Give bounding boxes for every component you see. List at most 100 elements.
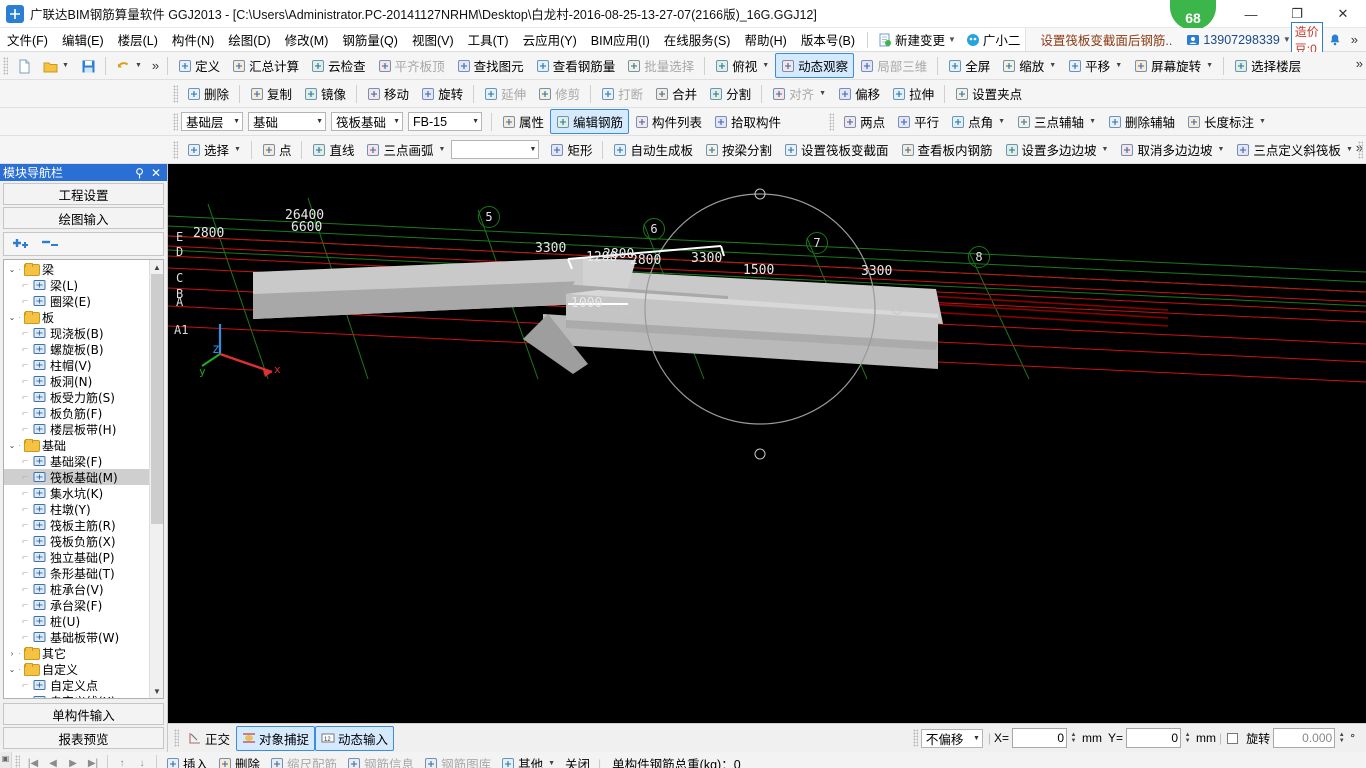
x-input[interactable]: 0	[1012, 728, 1068, 748]
expand-all-icon[interactable]	[11, 236, 33, 253]
sigma-button[interactable]: 汇总计算	[226, 53, 305, 78]
panel-collapse-icon[interactable]: ▣	[2, 754, 10, 763]
chevron-right-icon[interactable]: ›	[6, 649, 18, 658]
chevron-down-icon[interactable]: ▼	[439, 146, 446, 153]
offset-mode-chevron-down-icon[interactable]: ▼	[968, 735, 980, 742]
bell-icon[interactable]	[1328, 33, 1342, 47]
last-record-button[interactable]: ▶|	[83, 754, 103, 768]
line-button[interactable]: 直线	[306, 137, 360, 162]
tree-item[interactable]: ⌐ 桩(U)	[4, 613, 149, 629]
open-file-button[interactable]: ▼	[37, 56, 75, 76]
two-point-axis-button[interactable]: 两点	[837, 109, 891, 134]
move-down-button[interactable]: ↓	[132, 754, 152, 768]
rebar-panel-left-strip[interactable]: ▣	[0, 752, 12, 768]
new-change-button[interactable]: 新建变更 ▼	[873, 29, 961, 50]
delete-aux-axis-button[interactable]: 删除辅轴	[1102, 109, 1181, 134]
offset-grip[interactable]	[912, 729, 918, 747]
tree-item[interactable]: ⌐ 板洞(N)	[4, 373, 149, 389]
menu-item-8[interactable]: 工具(T)	[461, 28, 516, 51]
toolbar4-end-grip[interactable]	[1358, 140, 1363, 159]
tree-item[interactable]: ⌐ 柱帽(V)	[4, 357, 149, 373]
pick-component-button[interactable]: 拾取构件	[708, 109, 787, 134]
score-badge[interactable]: 68	[1170, 0, 1216, 30]
tree-item[interactable]: ⌐ 条形基础(T)	[4, 565, 149, 581]
view-slab-rebar-button[interactable]: 查看板内钢筋	[895, 137, 999, 162]
ortho-toggle[interactable]: 正交	[182, 726, 236, 751]
select-floor-button[interactable]: 选择楼层	[1228, 53, 1307, 78]
three-point-arc-button[interactable]: 三点画弧 ▼	[360, 137, 451, 162]
undo-button[interactable]: ▼	[110, 56, 148, 76]
cloud-check-button[interactable]: 云检查	[305, 53, 372, 78]
axis-bubble[interactable]: 7	[806, 232, 828, 254]
menu-item-0[interactable]: 文件(F)	[0, 28, 55, 51]
tree-item[interactable]: ⌐ 现浇板(B)	[4, 325, 149, 341]
tree-scroll-up-button[interactable]: ▲	[150, 260, 163, 274]
zoom-button[interactable]: 缩放 ▼	[996, 53, 1062, 78]
chevron-down-icon[interactable]: ▼	[1089, 118, 1096, 125]
close-icon[interactable]: ✕	[148, 166, 164, 180]
chevron-down-icon[interactable]: ▼	[234, 146, 241, 153]
tree-item[interactable]: ⌐ 筏板主筋(R)	[4, 517, 149, 533]
tree-item[interactable]: ⌐ 楼层板带(H)	[4, 421, 149, 437]
tree-item[interactable]: ⌐ 柱墩(Y)	[4, 501, 149, 517]
three-point-slope-raft-button[interactable]: 三点定义斜筏板 ▼	[1230, 137, 1358, 162]
menu-overflow-button[interactable]: »	[1347, 32, 1362, 47]
component-select-chevron-down-icon[interactable]: ▼	[467, 118, 479, 125]
chevron-down-icon[interactable]: ▼	[1259, 118, 1266, 125]
tree-folder[interactable]: › · 其它	[4, 645, 149, 661]
report-preview-button[interactable]: 报表预览	[3, 727, 164, 749]
chevron-down-icon[interactable]: ▼	[998, 118, 1005, 125]
tree-item[interactable]: ⌐ 筏板负筋(X)	[4, 533, 149, 549]
menu-item-4[interactable]: 绘图(D)	[221, 28, 277, 51]
chevron-down-icon[interactable]: ⌄	[6, 441, 18, 450]
drawing-input-button[interactable]: 绘图输入	[3, 207, 164, 229]
tree-scrollbar[interactable]: ▲ ▼	[149, 260, 163, 698]
chevron-down-icon[interactable]: ▼	[548, 760, 555, 767]
component-list-button[interactable]: 构件列表	[629, 109, 708, 134]
tree-item[interactable]: ⌐ 梁(L)	[4, 277, 149, 293]
split-button[interactable]: 分割	[703, 81, 757, 106]
axis-bubble[interactable]: 8	[968, 246, 990, 268]
menu-item-3[interactable]: 构件(N)	[165, 28, 221, 51]
single-component-input-button[interactable]: 单构件输入	[3, 703, 164, 725]
undo-chevron-down-icon[interactable]: ▼	[135, 62, 142, 69]
chevron-down-icon[interactable]: ⌄	[6, 665, 18, 674]
account-chevron-down-icon[interactable]: ▼	[1283, 35, 1291, 44]
tree-item[interactable]: ⌐ 板受力筋(S)	[4, 389, 149, 405]
tree-folder[interactable]: ⌄ · 梁	[4, 261, 149, 277]
tree-item[interactable]: ⌐ 独立基础(P)	[4, 549, 149, 565]
category-select-chevron-down-icon[interactable]: ▼	[311, 118, 323, 125]
tree-item[interactable]: ⌐ 承台梁(F)	[4, 597, 149, 613]
component-type-select[interactable]: 筏板基础 ▼	[331, 112, 403, 131]
x-stepper[interactable]: ▲ ▼	[1068, 732, 1079, 744]
chevron-down-icon[interactable]: ▼	[1217, 146, 1224, 153]
tree-item[interactable]: ⌐ 筏板基础(M)	[4, 469, 149, 485]
new-file-button[interactable]	[11, 56, 37, 76]
y-stepper[interactable]: ▲ ▼	[1182, 732, 1193, 744]
关闭-button[interactable]: 关闭	[560, 753, 595, 768]
menu-item-5[interactable]: 修改(M)	[278, 28, 336, 51]
tree-item[interactable]: ⌐ 基础梁(F)	[4, 453, 149, 469]
minimize-button[interactable]: —	[1228, 0, 1274, 28]
draw-extra-chevron-down-icon[interactable]: ▼	[525, 146, 537, 153]
chevron-down-icon[interactable]: ▼	[762, 62, 769, 69]
y-input[interactable]: 0	[1126, 728, 1182, 748]
component-select[interactable]: FB-15 ▼	[408, 112, 482, 131]
set-poly-slope-button[interactable]: 设置多边边坡 ▼	[999, 137, 1115, 162]
toolbar4-grip[interactable]	[173, 140, 178, 159]
axis-bubble[interactable]: 6	[643, 218, 665, 240]
stretch-button[interactable]: 拉伸	[886, 81, 940, 106]
cancel-poly-slope-button[interactable]: 取消多边边坡 ▼	[1114, 137, 1230, 162]
chevron-down-icon[interactable]: ⌄	[6, 265, 18, 274]
tree-folder[interactable]: ⌄ · 板	[4, 309, 149, 325]
tree-scroll-thumb[interactable]	[151, 274, 163, 524]
tree-item[interactable]: ⌐ 板负筋(F)	[4, 405, 149, 421]
tree-item[interactable]: ⌐ 螺旋板(B)	[4, 341, 149, 357]
chevron-down-icon[interactable]: ▼	[1206, 62, 1213, 69]
menu-item-13[interactable]: 版本号(B)	[794, 28, 862, 51]
prev-record-button[interactable]: ◀	[43, 754, 63, 768]
menu-item-7[interactable]: 视图(V)	[405, 28, 461, 51]
other-button[interactable]: 其他 ▼	[496, 753, 560, 768]
top-view-button[interactable]: 俯视 ▼	[709, 53, 775, 78]
screen-rotate-button[interactable]: 屏幕旋转 ▼	[1128, 53, 1219, 78]
